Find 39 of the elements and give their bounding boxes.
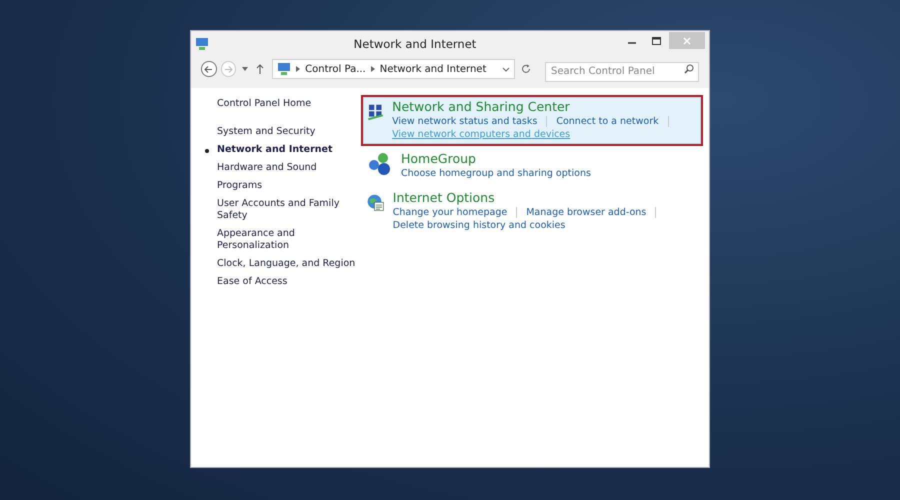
up-arrow-icon — [256, 64, 264, 74]
task-link[interactable]: Change your homepage — [392, 206, 508, 219]
task-link[interactable]: Connect to a network — [556, 115, 659, 128]
homegroup-icon — [367, 151, 393, 177]
sidebar-home-link[interactable]: Control Panel Home — [205, 96, 358, 112]
chevron-down-icon[interactable] — [502, 66, 510, 72]
refresh-icon — [520, 64, 531, 74]
category-title[interactable]: Internet Options — [392, 190, 697, 206]
task-link[interactable]: Choose homegroup and sharing options — [401, 167, 591, 180]
control-panel-icon — [195, 36, 209, 50]
task-link[interactable]: Manage browser add-ons — [526, 206, 646, 219]
sidebar-item[interactable]: User Accounts and Family Safety — [205, 196, 358, 224]
breadcrumb[interactable]: Control Pa... — [305, 64, 366, 74]
sidebar-item[interactable]: Hardware and Sound — [205, 160, 358, 176]
sidebar-item[interactable]: Appearance and Personalization — [205, 226, 358, 254]
breadcrumb-separator-icon — [296, 66, 300, 72]
forward-arrow-icon — [224, 64, 233, 74]
sidebar-item[interactable]: System and Security — [205, 124, 358, 140]
category-title[interactable]: Network and Sharing Center — [392, 99, 697, 115]
breadcrumb-separator-icon — [370, 66, 375, 72]
sidebar-item[interactable]: Ease of Access — [205, 274, 358, 290]
task-link[interactable]: Delete browsing history and cookies — [392, 219, 566, 232]
caret-icon — [242, 67, 248, 71]
search-icon — [684, 64, 694, 74]
breadcrumb[interactable]: Network and Internet — [380, 64, 486, 74]
sidebar-item[interactable]: Clock, Language, and Region — [205, 256, 358, 272]
maximize-icon — [652, 36, 660, 44]
window-title: Network and Internet — [352, 36, 478, 50]
control-panel-icon — [277, 62, 292, 76]
category-title[interactable]: HomeGroup — [401, 151, 591, 167]
sidebar-item[interactable]: Programs — [205, 178, 358, 194]
back-arrow-icon — [204, 64, 214, 74]
search-field[interactable]: Search Control Panel — [544, 62, 699, 82]
close-icon — [683, 36, 691, 44]
task-link[interactable]: View network status and tasks — [392, 115, 538, 128]
back-button[interactable] — [201, 61, 217, 77]
recent-dropdown-button[interactable] — [240, 67, 250, 71]
address-bar[interactable]: Control Pa... Network and Internet — [272, 59, 515, 79]
sidebar-item[interactable]: Network and Internet — [205, 142, 358, 158]
